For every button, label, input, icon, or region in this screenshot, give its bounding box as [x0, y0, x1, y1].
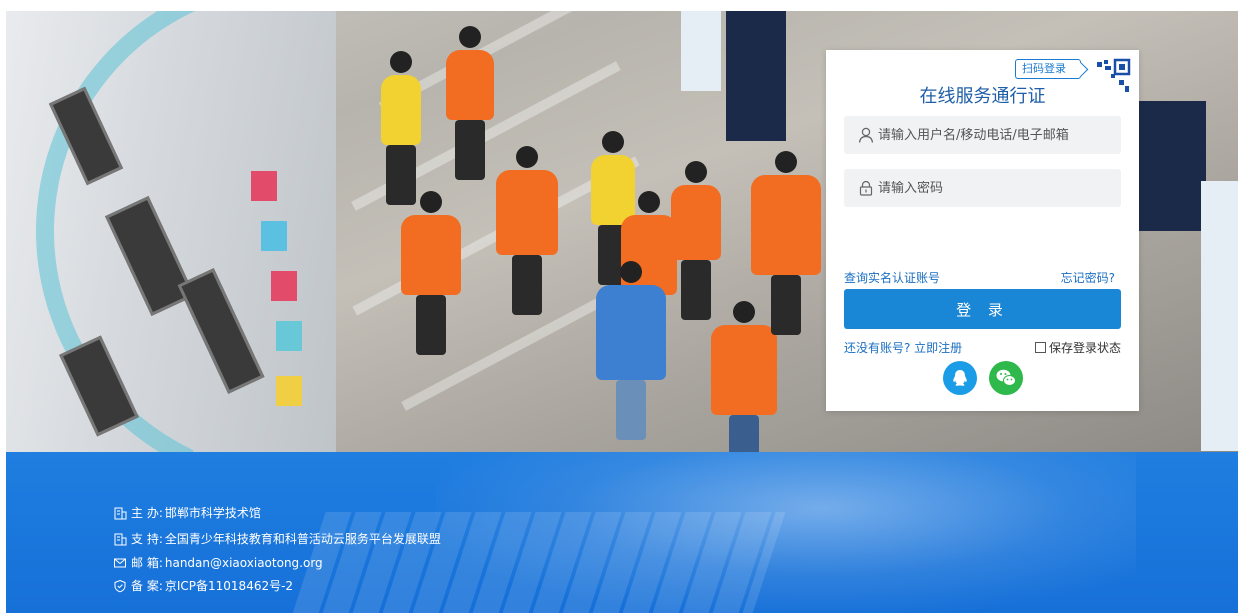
hero-person [596, 261, 666, 440]
hero-banner [681, 11, 721, 91]
footer-host-label: 主 办: [131, 506, 163, 520]
password-input[interactable] [878, 180, 1118, 196]
hero-banner [726, 11, 786, 141]
footer-email-label: 邮 箱: [131, 556, 163, 570]
footer-icp: 备 案: 京ICP备11018462号-2 [113, 577, 293, 594]
hero-person [446, 26, 494, 180]
footer-keyboard-image [286, 512, 786, 613]
footer-support-label: 支 持: [131, 532, 163, 546]
shield-icon [114, 579, 126, 592]
login-card: 扫码登录 在线服务通行证 请输入用户名/移动电话/电子邮箱 查询实名认证账号 忘… [826, 50, 1139, 411]
remember-login-checkbox[interactable]: 保存登录状态 [1034, 339, 1121, 356]
username-field[interactable] [844, 116, 1121, 154]
footer-host: 主 办: 邯郸市科学技术馆 [113, 504, 261, 521]
user-icon [858, 127, 874, 143]
hero-sticky [261, 221, 287, 251]
footer-email-value[interactable]: handan@xiaoxiaotong.org [165, 556, 323, 570]
remember-login-label: 保存登录状态 [1048, 341, 1121, 355]
login-button[interactable]: 登 录 [844, 289, 1121, 329]
qq-icon [953, 370, 967, 386]
hero-person [671, 161, 721, 320]
hero-banner [1136, 101, 1206, 231]
footer-support: 支 持: 全国青少年科技教育和科普活动云服务平台发展联盟 [113, 530, 441, 547]
login-title: 在线服务通行证 [919, 86, 1046, 107]
hero-sticky [251, 171, 277, 201]
mail-icon [114, 558, 126, 567]
hero-sticky [271, 271, 297, 301]
hero-person [496, 146, 558, 315]
hero-sticky [276, 321, 302, 351]
footer-email: 邮 箱: handan@xiaoxiaotong.org [113, 554, 323, 571]
hero-person [751, 151, 821, 335]
verify-account-link[interactable]: 查询实名认证账号 [844, 269, 940, 286]
login-page: 扫码登录 在线服务通行证 请输入用户名/移动电话/电子邮箱 查询实名认证账号 忘… [0, 0, 1243, 613]
hero-person [381, 51, 421, 205]
footer-host-value: 邯郸市科学技术馆 [164, 506, 261, 520]
wechat-icon [996, 369, 1016, 386]
lock-icon [859, 180, 873, 196]
register-link[interactable]: 还没有账号? 立即注册 [844, 339, 962, 356]
username-input[interactable] [878, 127, 1118, 143]
building-icon [114, 533, 127, 545]
wechat-login-button[interactable] [989, 361, 1023, 395]
footer-support-value: 全国青少年科技教育和科普活动云服务平台发展联盟 [164, 532, 441, 546]
footer-icp-value[interactable]: 京ICP备11018462号-2 [165, 577, 293, 594]
qq-login-button[interactable] [943, 361, 977, 395]
forgot-password-link[interactable]: 忘记密码? [1061, 269, 1115, 286]
building-icon [114, 507, 127, 519]
footer-icp-label: 备 案: [131, 579, 163, 593]
hero-sticky [276, 376, 302, 406]
scan-login-tag[interactable]: 扫码登录 [1015, 59, 1081, 79]
hero-banner [1201, 181, 1238, 451]
checkbox-box[interactable] [1034, 342, 1046, 353]
hero-person [401, 191, 461, 355]
password-field[interactable] [844, 169, 1121, 207]
